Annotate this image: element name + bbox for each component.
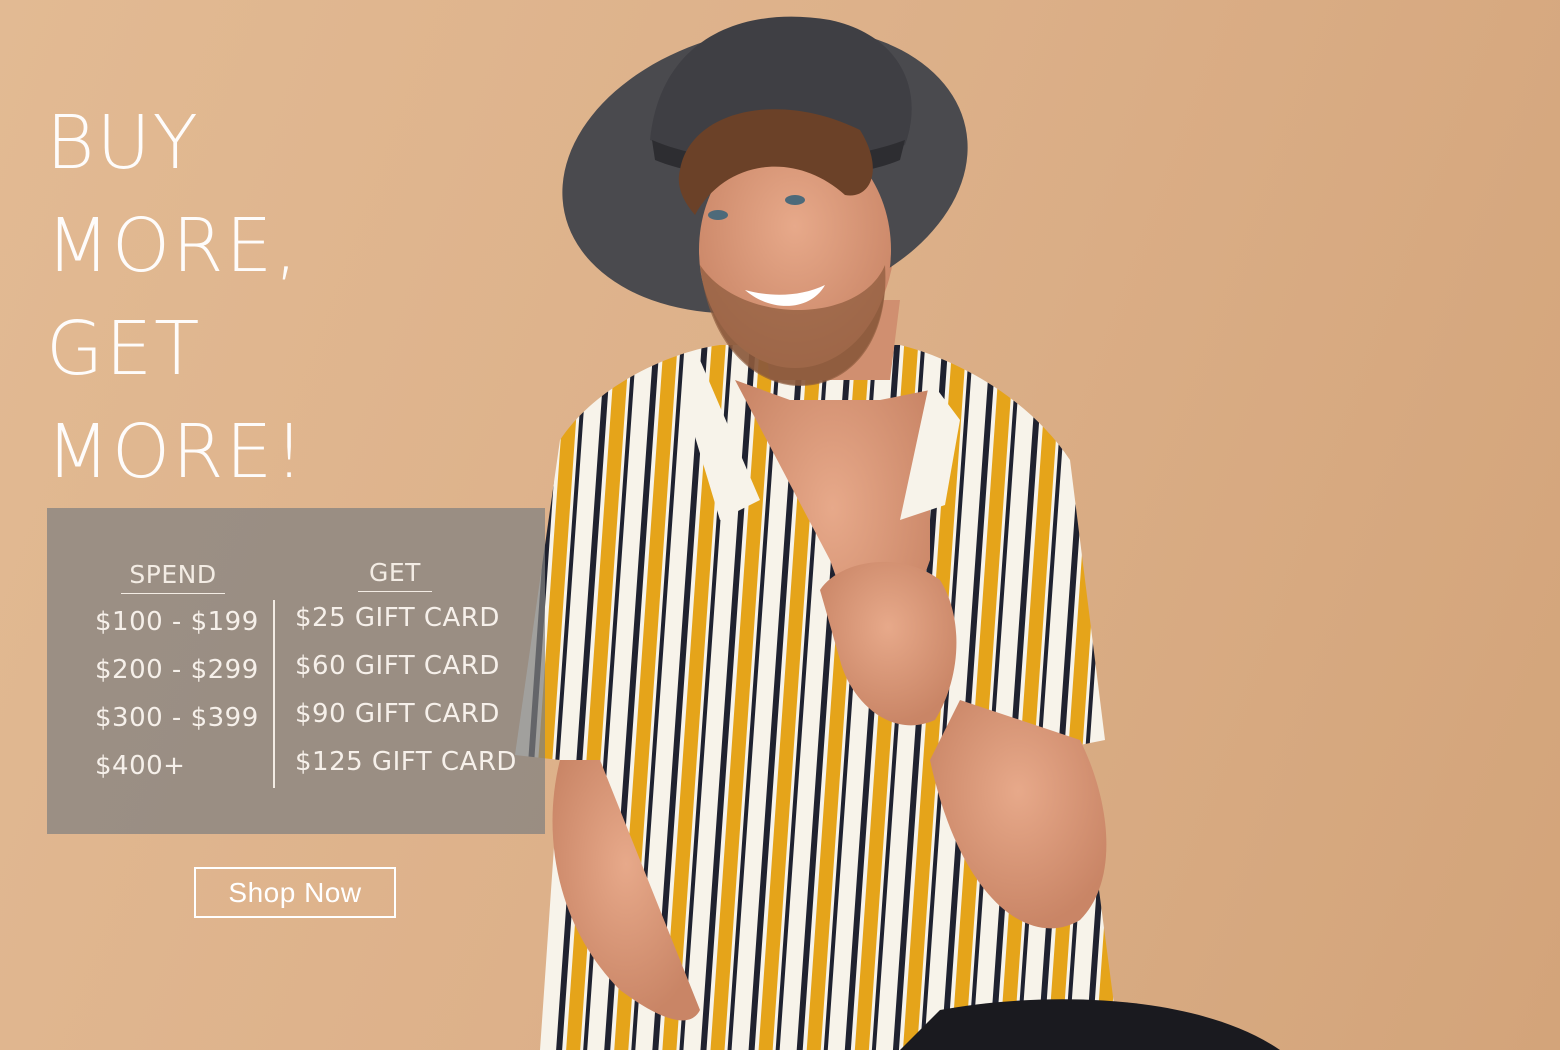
headline-line: MORE, [46,203,300,289]
reward-item: $25 GIFT CARD [295,603,500,633]
spend-tier: $200 - $299 [95,655,259,685]
spend-heading: SPEND [121,560,225,594]
spend-tier-list: $100 - $199 $200 - $299 $300 - $399 $400… [95,598,259,790]
spend-tier: $300 - $399 [95,703,259,733]
offer-panel: SPEND GET $100 - $199 $200 - $299 $300 -… [47,508,545,834]
headline-line: GET [46,306,202,392]
column-divider [273,600,275,788]
reward-item: $60 GIFT CARD [295,651,500,681]
reward-item: $125 GIFT CARD [295,747,517,777]
get-heading: GET [358,558,432,592]
spend-tier: $100 - $199 [95,607,259,637]
reward-item: $90 GIFT CARD [295,699,500,729]
reward-list: $25 GIFT CARD $60 GIFT CARD $90 GIFT CAR… [295,594,517,786]
headline-line: MORE! [46,409,306,495]
promo-headline: BUY MORE, GET MORE! [46,92,306,504]
promo-hero: BUY MORE, GET MORE! SPEND GET $100 - $19… [0,0,1560,1050]
headline-line: BUY [46,100,200,186]
spend-tier: $400+ [95,751,186,781]
shop-now-button[interactable]: Shop Now [194,867,396,918]
